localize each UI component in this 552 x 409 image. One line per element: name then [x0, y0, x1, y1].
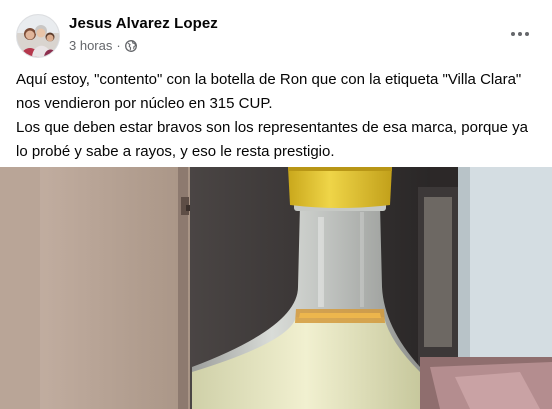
post-text-paragraph-2: Los que deben estar bravos son los repre… — [16, 119, 528, 160]
post-photo[interactable] — [0, 167, 552, 409]
avatar[interactable] — [16, 14, 60, 58]
meta-separator: · — [116, 38, 121, 53]
post-text-paragraph-1: Aquí estoy, "contento" con la botella de… — [16, 71, 522, 112]
bottle-photo — [0, 167, 552, 409]
author-name[interactable]: Jesus Alvarez Lopez — [69, 15, 218, 32]
more-options-icon[interactable] — [504, 20, 536, 48]
post-card: Jesus Alvarez Lopez 3 horas · Aquí estoy… — [0, 0, 552, 409]
avatar-photo — [17, 15, 59, 57]
post-text: Aquí estoy, "contento" con la botella de… — [16, 68, 536, 164]
post-time[interactable]: 3 horas — [69, 38, 112, 53]
post-meta: 3 horas · — [69, 38, 137, 53]
globe-icon — [124, 39, 137, 52]
